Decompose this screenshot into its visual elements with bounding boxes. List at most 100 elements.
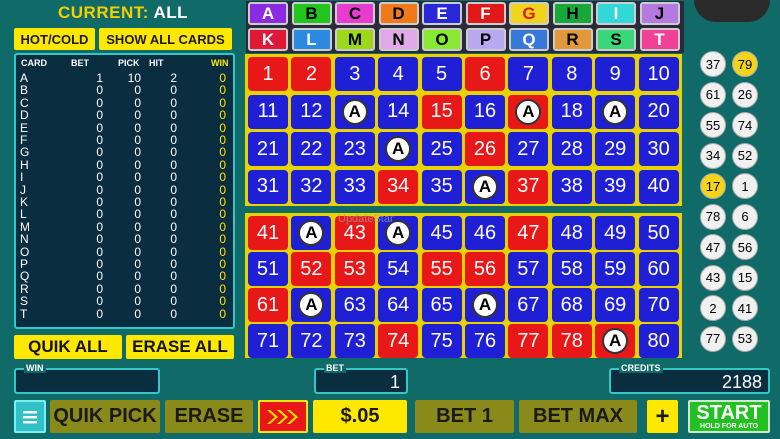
keno-number-cell[interactable]: 14 bbox=[378, 94, 419, 129]
card-letter-button[interactable]: G bbox=[509, 2, 549, 25]
keno-number-cell[interactable]: 4 bbox=[378, 57, 419, 91]
keno-number-cell[interactable]: 54 bbox=[378, 252, 419, 286]
card-letter-button[interactable]: A bbox=[248, 2, 288, 25]
keno-number-cell[interactable]: 64 bbox=[378, 288, 419, 322]
keno-number-cell[interactable]: A bbox=[595, 94, 636, 129]
keno-number-cell[interactable]: 20 bbox=[638, 94, 679, 129]
show-all-cards-button[interactable]: SHOW ALL CARDS bbox=[99, 28, 232, 50]
keno-number-cell[interactable]: 33 bbox=[334, 169, 375, 204]
keno-number-cell[interactable]: 74 bbox=[378, 324, 419, 358]
card-letter-button[interactable]: Q bbox=[509, 28, 549, 51]
keno-number-cell[interactable]: 8 bbox=[551, 57, 592, 91]
keno-number-cell[interactable]: 70 bbox=[638, 288, 679, 322]
keno-number-cell[interactable]: 60 bbox=[638, 252, 679, 286]
hot-cold-button[interactable]: HOT/COLD bbox=[14, 28, 95, 50]
keno-number-cell[interactable]: 47 bbox=[508, 216, 549, 250]
keno-number-cell[interactable]: 59 bbox=[595, 252, 636, 286]
keno-number-cell[interactable]: 48 bbox=[551, 216, 592, 250]
start-button[interactable]: START HOLD FOR AUTO bbox=[688, 400, 770, 433]
keno-number-cell[interactable]: 26 bbox=[465, 132, 505, 166]
keno-number-cell[interactable]: 80 bbox=[638, 324, 679, 358]
keno-number-cell[interactable]: 16 bbox=[465, 94, 505, 129]
keno-number-cell[interactable]: 52 bbox=[291, 252, 332, 286]
keno-number-cell[interactable]: 18 bbox=[551, 94, 592, 129]
keno-number-cell[interactable]: 65 bbox=[421, 288, 462, 322]
keno-number-cell[interactable]: 37 bbox=[508, 169, 549, 204]
card-letter-button[interactable]: D bbox=[378, 2, 419, 25]
card-letter-button[interactable]: N bbox=[378, 28, 419, 51]
keno-number-cell[interactable]: 61 bbox=[248, 288, 288, 322]
keno-number-cell[interactable]: 21 bbox=[248, 132, 288, 166]
keno-number-cell[interactable]: 27 bbox=[508, 132, 549, 166]
keno-number-cell[interactable]: 5 bbox=[421, 57, 462, 91]
card-letter-button[interactable]: M bbox=[335, 28, 375, 51]
card-letter-button[interactable]: R bbox=[552, 28, 593, 51]
keno-number-cell[interactable]: A bbox=[378, 132, 419, 166]
keno-number-cell[interactable]: 55 bbox=[421, 252, 462, 286]
card-letter-button[interactable]: J bbox=[639, 2, 680, 25]
speed-button[interactable] bbox=[258, 400, 308, 433]
keno-number-cell[interactable]: 40 bbox=[638, 169, 679, 204]
card-letter-button[interactable]: L bbox=[291, 28, 332, 51]
plus-button[interactable]: + bbox=[647, 400, 678, 433]
keno-number-cell[interactable]: 41 bbox=[248, 216, 288, 250]
keno-number-cell[interactable]: 30 bbox=[638, 132, 679, 166]
keno-number-cell[interactable]: 39 bbox=[595, 169, 636, 204]
keno-number-cell[interactable]: 69 bbox=[595, 288, 636, 322]
bet-one-button[interactable]: BET 1 bbox=[415, 400, 514, 433]
card-letter-button[interactable]: B bbox=[291, 2, 332, 25]
keno-number-cell[interactable]: 56 bbox=[465, 252, 505, 286]
keno-number-cell[interactable]: 76 bbox=[465, 324, 505, 358]
erase-all-button[interactable]: ERASE ALL bbox=[126, 335, 234, 359]
keno-number-cell[interactable]: 25 bbox=[421, 132, 462, 166]
keno-number-cell[interactable]: 58 bbox=[551, 252, 592, 286]
keno-number-cell[interactable]: 32 bbox=[291, 169, 332, 204]
quik-all-button[interactable]: QUIK ALL bbox=[14, 335, 122, 359]
erase-button[interactable]: ERASE bbox=[165, 400, 253, 433]
keno-number-cell[interactable]: 45 bbox=[421, 216, 462, 250]
keno-number-cell[interactable]: 73 bbox=[334, 324, 375, 358]
keno-number-cell[interactable]: 35 bbox=[421, 169, 462, 204]
keno-number-cell[interactable]: 46 bbox=[465, 216, 505, 250]
menu-button[interactable] bbox=[14, 400, 46, 433]
keno-number-cell[interactable]: 77 bbox=[508, 324, 549, 358]
keno-number-cell[interactable]: A bbox=[465, 169, 505, 204]
keno-number-cell[interactable]: 12 bbox=[291, 94, 332, 129]
card-letter-button[interactable]: K bbox=[248, 28, 288, 51]
keno-number-cell[interactable]: A bbox=[595, 324, 636, 358]
keno-number-cell[interactable]: 31 bbox=[248, 169, 288, 204]
keno-number-cell[interactable]: 38 bbox=[551, 169, 592, 204]
keno-number-cell[interactable]: 49 bbox=[595, 216, 636, 250]
keno-number-cell[interactable]: 51 bbox=[248, 252, 288, 286]
keno-number-cell[interactable]: A bbox=[465, 288, 505, 322]
keno-number-cell[interactable]: 6 bbox=[465, 57, 505, 91]
keno-number-cell[interactable]: 3 bbox=[334, 57, 375, 91]
keno-number-cell[interactable]: 50 bbox=[638, 216, 679, 250]
keno-number-cell[interactable]: 68 bbox=[551, 288, 592, 322]
keno-number-cell[interactable]: 53 bbox=[334, 252, 375, 286]
card-letter-button[interactable]: E bbox=[422, 2, 462, 25]
card-letter-button[interactable]: O bbox=[422, 28, 462, 51]
keno-number-cell[interactable]: 15 bbox=[421, 94, 462, 129]
card-letter-button[interactable]: P bbox=[465, 28, 506, 51]
denomination-button[interactable]: $.05 bbox=[313, 400, 407, 433]
keno-number-cell[interactable]: 2 bbox=[291, 57, 332, 91]
keno-number-cell[interactable]: 78 bbox=[551, 324, 592, 358]
keno-number-cell[interactable]: 75 bbox=[421, 324, 462, 358]
keno-number-cell[interactable]: 57 bbox=[508, 252, 549, 286]
keno-number-cell[interactable]: 29 bbox=[595, 132, 636, 166]
keno-number-cell[interactable]: 23 bbox=[334, 132, 375, 166]
keno-number-cell[interactable]: 1 bbox=[248, 57, 288, 91]
keno-number-cell[interactable]: 63 bbox=[334, 288, 375, 322]
keno-number-cell[interactable]: 10 bbox=[638, 57, 679, 91]
keno-number-cell[interactable]: 71 bbox=[248, 324, 288, 358]
keno-number-cell[interactable]: 11 bbox=[248, 94, 288, 129]
keno-number-cell[interactable]: 7 bbox=[508, 57, 549, 91]
keno-number-cell[interactable]: A bbox=[291, 216, 332, 250]
keno-number-cell[interactable]: 34 bbox=[378, 169, 419, 204]
card-letter-button[interactable]: C bbox=[335, 2, 375, 25]
keno-number-cell[interactable]: A bbox=[334, 94, 375, 129]
keno-number-cell[interactable]: 9 bbox=[595, 57, 636, 91]
card-letter-button[interactable]: T bbox=[639, 28, 680, 51]
card-letter-button[interactable]: H bbox=[552, 2, 593, 25]
